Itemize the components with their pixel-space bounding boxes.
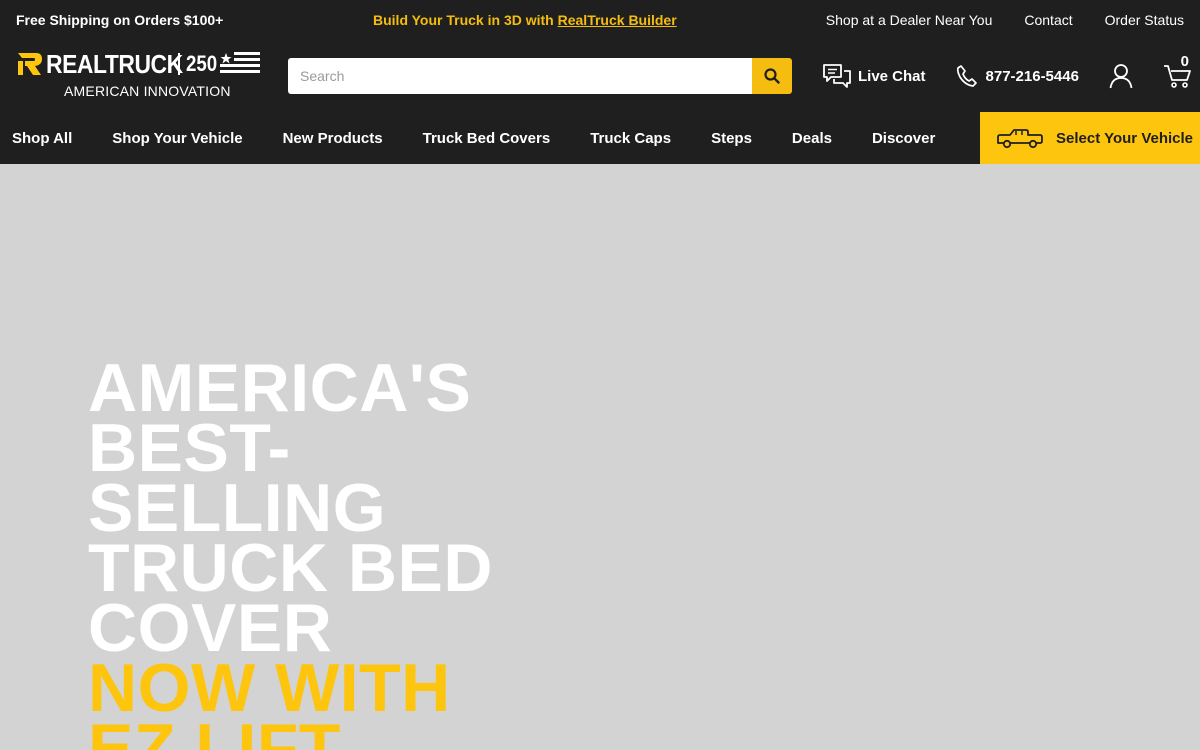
search-bar	[288, 58, 792, 94]
hero-accent-line: NOW WITH	[88, 650, 451, 726]
hero-line: COVER	[88, 590, 333, 666]
select-vehicle-button[interactable]: Select Your Vehicle	[980, 112, 1200, 164]
contact-link[interactable]: Contact	[1024, 12, 1072, 28]
builder-promo-text: Build Your Truck in 3D with	[373, 12, 558, 28]
nav-deals[interactable]: Deals	[792, 130, 832, 147]
live-chat-label: Live Chat	[858, 67, 926, 85]
cart-count: 0	[1180, 53, 1189, 70]
logo-mark-icon	[18, 53, 42, 75]
phone-icon	[956, 65, 977, 87]
nav-shop-all[interactable]: Shop All	[12, 130, 72, 147]
nav-discover[interactable]: Discover	[872, 130, 935, 147]
hero-banner: AMERICA'S BEST- SELLING TRUCK BED COVER …	[0, 164, 1200, 750]
hero-line: AMERICA'S	[88, 350, 472, 426]
logo-divider	[178, 53, 180, 75]
order-status-link[interactable]: Order Status	[1105, 12, 1184, 28]
search-button[interactable]	[752, 58, 792, 94]
realtruck-builder-link[interactable]: RealTruck Builder	[558, 12, 677, 28]
phone-link[interactable]: 877-216-5446	[956, 64, 1079, 88]
hero-line: SELLING	[88, 470, 387, 546]
live-chat-button[interactable]: Live Chat	[822, 63, 926, 89]
main-nav: Shop All Shop Your Vehicle New Products …	[0, 112, 1200, 164]
utility-links: Shop at a Dealer Near You Contact Order …	[826, 12, 1184, 28]
builder-promo: Build Your Truck in 3D with RealTruck Bu…	[373, 12, 677, 28]
logo-tagline: AMERICAN INNOVATION	[64, 83, 231, 99]
flag-icon	[220, 52, 260, 73]
promo-bar: Free Shipping on Orders $100+ Build Your…	[0, 0, 1200, 40]
dealer-link[interactable]: Shop at a Dealer Near You	[826, 12, 993, 28]
hero-line: BEST-	[88, 410, 291, 486]
select-vehicle-label: Select Your Vehicle	[1056, 129, 1194, 147]
nav-new-products[interactable]: New Products	[283, 130, 383, 147]
nav-shop-your-vehicle[interactable]: Shop Your Vehicle	[112, 130, 242, 147]
hero-headline: AMERICA'S BEST- SELLING TRUCK BED COVER …	[88, 350, 548, 750]
realtruck-logo[interactable]: REALTRUCK 250 AMERICAN INNOVATION	[16, 48, 262, 104]
user-icon	[1109, 64, 1133, 89]
search-input[interactable]	[288, 58, 752, 94]
hero-accent-line: EZ LIFT	[88, 710, 341, 750]
logo-wordmark: REALTRUCK	[46, 48, 183, 79]
search-icon	[764, 68, 780, 84]
nav-truck-bed-covers[interactable]: Truck Bed Covers	[423, 130, 551, 147]
main-header: REALTRUCK 250 AMERICAN INNOVATION Search…	[0, 40, 1200, 112]
nav-steps[interactable]: Steps	[711, 130, 752, 147]
free-shipping-text: Free Shipping on Orders $100+	[16, 12, 224, 28]
nav-items: Shop All Shop Your Vehicle New Products …	[0, 130, 975, 147]
nav-truck-caps[interactable]: Truck Caps	[590, 130, 671, 147]
chat-bubbles-icon	[823, 64, 851, 88]
header-actions: Live Chat 877-216-5446 0	[822, 40, 1193, 112]
cart-button[interactable]: 0	[1163, 53, 1193, 89]
hero-line: TRUCK BED	[88, 530, 493, 606]
phone-number: 877-216-5446	[985, 67, 1079, 85]
truck-icon	[997, 129, 1043, 149]
account-button[interactable]	[1109, 63, 1133, 89]
logo-250-badge: 250	[178, 51, 260, 77]
logo-250-number: 250	[186, 51, 218, 76]
